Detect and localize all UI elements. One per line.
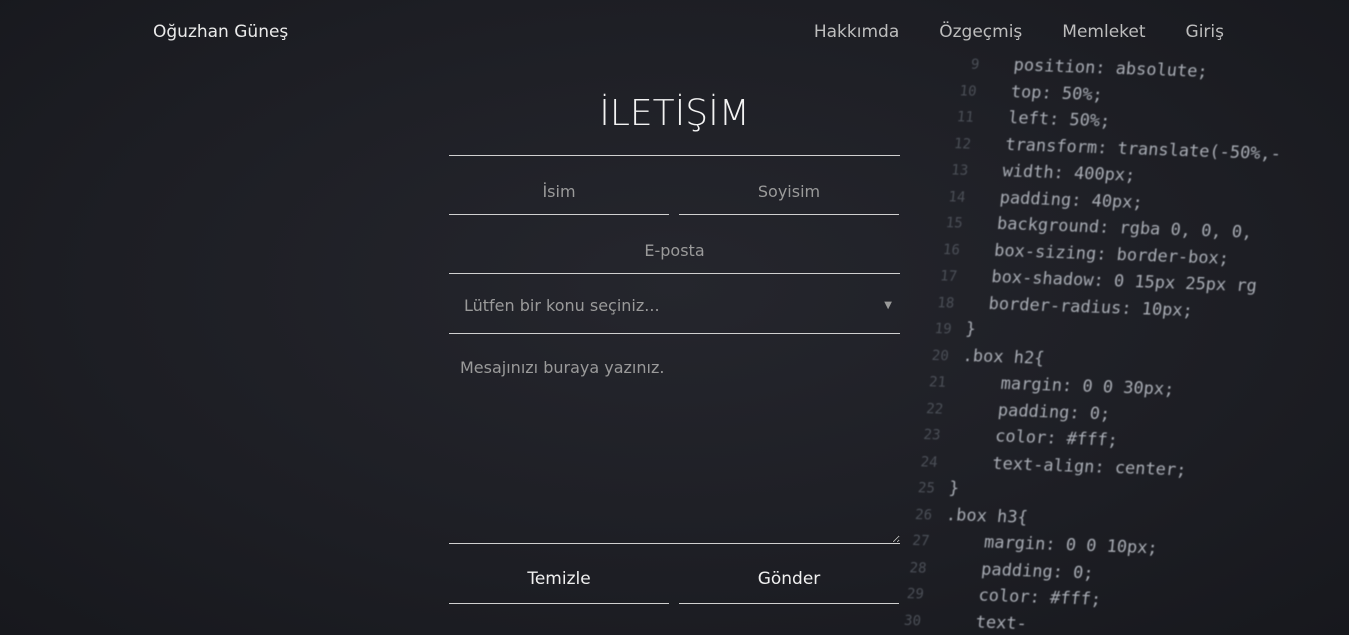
line-number: 30 — [903, 612, 922, 630]
code-text: position: absolute; — [992, 54, 1209, 82]
code-text: margin: 0 0 10px; — [942, 531, 1159, 559]
code-text: left: 50%; — [986, 107, 1112, 132]
code-text: margin: 0 0 30px; — [958, 372, 1176, 400]
nav-link-hometown[interactable]: Memleket — [1062, 22, 1145, 42]
subject-select[interactable]: Lütfen bir konu seçiniz... ▼ — [449, 274, 900, 334]
code-text: padding: 0; — [939, 557, 1095, 583]
background-code-editor: 9 position: absolute; 10 top: 50%; 11 left… — [863, 0, 1347, 635]
code-text: .box h2{ — [961, 345, 1046, 369]
line-number: 12 — [953, 135, 972, 153]
last-name-input[interactable] — [679, 156, 899, 215]
code-text: } — [947, 478, 961, 499]
code-line: 19} — [894, 317, 977, 346]
message-textarea[interactable] — [449, 334, 900, 544]
line-number: 15 — [944, 215, 964, 232]
code-text: transform: translate(-50%,- — [983, 133, 1282, 165]
line-number: 14 — [947, 188, 967, 206]
page-title: İLETİŞİM — [449, 85, 900, 156]
main-nav: Hakkımda Özgeçmiş Memleket Giriş — [814, 22, 1224, 42]
code-text: padding: 0; — [956, 398, 1112, 425]
submit-button[interactable]: Gönder — [679, 548, 899, 604]
line-number: 19 — [933, 321, 953, 338]
line-number: 10 — [958, 82, 978, 100]
line-number: 13 — [950, 162, 969, 179]
code-text: } — [964, 319, 977, 340]
code-text: text-align: center; — [950, 451, 1188, 480]
code-text: text- — [933, 610, 1028, 634]
nav-link-login[interactable]: Giriş — [1186, 22, 1224, 42]
nav-link-resume[interactable]: Özgeçmiş — [939, 22, 1022, 42]
line-number: 11 — [956, 109, 975, 126]
line-number: 17 — [939, 268, 958, 285]
line-number: 18 — [936, 294, 956, 312]
reset-button[interactable]: Temizle — [449, 548, 669, 604]
first-name-input[interactable] — [449, 156, 669, 215]
line-number: 16 — [942, 241, 961, 259]
line-number: 20 — [931, 347, 950, 365]
line-number: 9 — [969, 56, 981, 73]
contact-form: İLETİŞİM Lütfen bir konu seçiniz... ▼ Te… — [449, 85, 900, 604]
nav-link-about[interactable]: Hakkımda — [814, 22, 899, 42]
code-text: background: rgba 0, 0, 0, — [975, 213, 1254, 243]
code-text: color: #fff; — [936, 584, 1103, 610]
page: 9 position: absolute; 10 top: 50%; 11 left… — [0, 0, 1349, 635]
code-text: .box h3{ — [945, 504, 1029, 528]
name-row — [449, 156, 900, 215]
code-text: width: 400px; — [981, 160, 1137, 186]
code-text: top: 50%; — [989, 80, 1104, 105]
code-line: 30 text- — [864, 608, 1028, 635]
email-input[interactable] — [449, 215, 900, 274]
chevron-down-icon: ▼ — [884, 300, 892, 311]
button-row: Temizle Gönder — [449, 548, 900, 604]
subject-select-value: Lütfen bir konu seçiniz... — [464, 296, 660, 315]
brand-logo[interactable]: Oğuzhan Güneş — [153, 22, 288, 42]
